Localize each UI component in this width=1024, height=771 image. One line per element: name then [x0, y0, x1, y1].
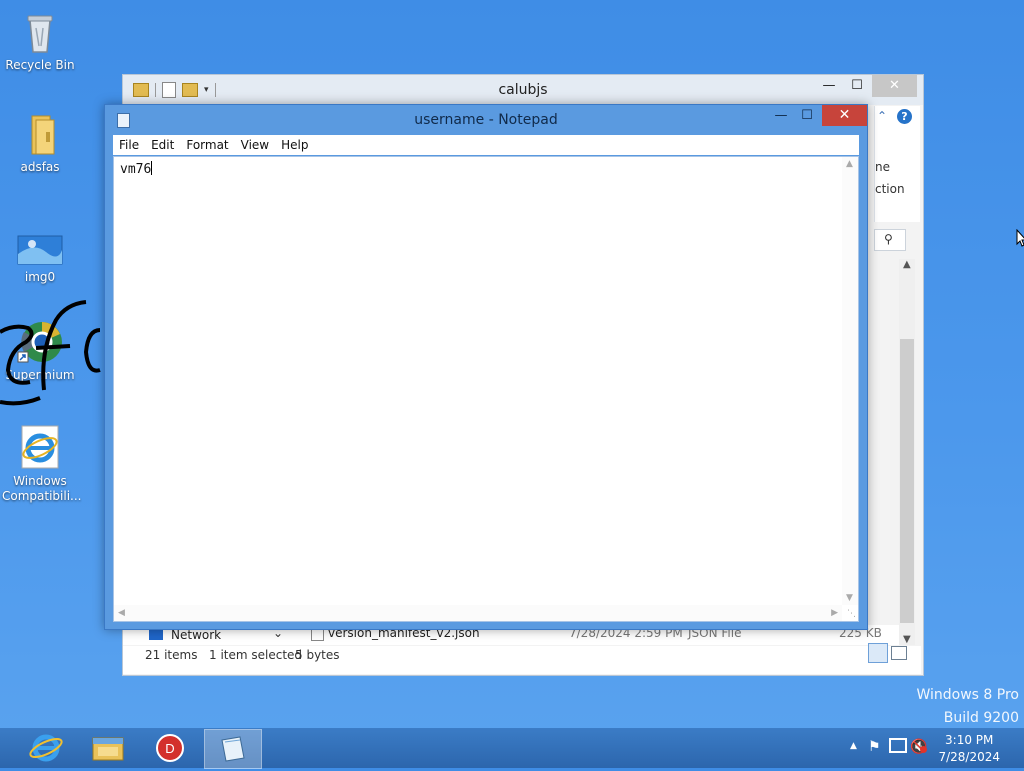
windows-watermark: Windows 8 Pro Build 9200 [916, 684, 1019, 730]
desktop-icon-label: adsfas [20, 160, 60, 174]
file-explorer-icon [92, 737, 124, 761]
network-icon[interactable] [889, 738, 907, 753]
search-box[interactable]: ⚲ [874, 229, 906, 251]
close-button[interactable]: ✕ [822, 105, 867, 126]
desktop-icon-img0[interactable]: img0 [2, 224, 78, 285]
desktop-icon-label: img0 [24, 270, 56, 284]
menu-help[interactable]: Help [275, 138, 314, 152]
action-center-flag-icon[interactable]: ⚑ [868, 739, 881, 755]
maximize-button[interactable]: ☐ [794, 105, 820, 126]
chevron-up-icon[interactable]: ⌃ [877, 109, 887, 123]
ribbon-partial-text: ction [875, 182, 905, 196]
watermark-build: Build 9200 [943, 710, 1019, 726]
internet-explorer-icon [29, 734, 63, 762]
scrollbar-thumb[interactable] [900, 339, 914, 623]
minimize-button[interactable]: — [768, 105, 794, 126]
desktop-icon-adsfas[interactable]: adsfas [2, 110, 78, 175]
status-item-count: 21 items [145, 648, 198, 662]
menu-file[interactable]: File [113, 138, 145, 152]
editor-content[interactable]: vm76 [120, 162, 151, 177]
ribbon-partial-text: ne [875, 160, 890, 174]
scroll-left-arrow[interactable]: ◀ [118, 608, 125, 618]
desktop-icon-windows-compatibility[interactable]: Windows Compatibili... [2, 424, 82, 504]
vertical-scrollbar[interactable]: ▲ ▼ [842, 157, 858, 605]
taskbar-notepad[interactable] [204, 729, 262, 769]
mouse-cursor-icon [1016, 229, 1024, 247]
maximize-button[interactable]: ☐ [843, 75, 871, 97]
explorer-window-title: calubjs [498, 82, 548, 98]
file-list-scrollbar[interactable]: ▲ ▼ [899, 259, 915, 645]
system-tray: ▲ ⚑ 🔇 3:10 PM 7/28/2024 [844, 728, 1024, 768]
image-file-icon [16, 230, 64, 268]
status-selected: 1 item selected [209, 648, 303, 662]
chevron-up-icon[interactable]: ▲ [850, 741, 857, 751]
desktop-icon-label: Windows Compatibili... [2, 474, 82, 503]
desktop-icon-label: Recycle Bin [5, 58, 75, 72]
svg-text:D: D [165, 741, 174, 756]
notepad-icon [221, 736, 245, 762]
taskbar-internet-explorer[interactable] [18, 729, 74, 767]
large-icons-view-icon[interactable] [891, 646, 907, 660]
folder-icon [16, 110, 64, 158]
taskbar-app-red[interactable]: D [142, 729, 198, 767]
menu-format[interactable]: Format [180, 138, 234, 152]
watermark-edition: Windows 8 Pro [916, 687, 1019, 703]
search-icon: ⚲ [884, 232, 893, 246]
desktop-scribble-drawing [0, 300, 101, 406]
clock[interactable]: 3:10 PM 7/28/2024 [938, 732, 1000, 766]
nav-item-network[interactable]: Network [171, 628, 221, 642]
scroll-up-arrow[interactable]: ▲ [903, 259, 911, 270]
recycle-bin-icon [16, 8, 64, 56]
text-caret [151, 161, 153, 175]
scroll-down-arrow[interactable]: ▼ [903, 634, 911, 645]
close-button[interactable]: ✕ [872, 75, 917, 97]
clock-date: 7/28/2024 [938, 750, 1000, 764]
menu-view[interactable]: View [235, 138, 275, 152]
scroll-right-arrow[interactable]: ▶ [831, 608, 838, 618]
red-app-icon: D [156, 734, 184, 762]
notepad-window-title: username - Notepad [414, 112, 558, 128]
details-view-icon[interactable] [868, 643, 888, 663]
notepad-window[interactable]: username - Notepad — ☐ ✕ File Edit Forma… [104, 104, 868, 630]
status-size: 5 bytes [295, 648, 340, 662]
menu-bar: File Edit Format View Help [113, 135, 859, 155]
internet-explorer-icon [16, 424, 64, 472]
horizontal-scrollbar[interactable]: ◀ ▶ [114, 605, 842, 621]
status-bar: 21 items 1 item selected 5 bytes [123, 643, 921, 674]
notepad-title-bar[interactable]: username - Notepad — ☐ ✕ [105, 105, 867, 135]
scroll-up-arrow[interactable]: ▲ [846, 159, 853, 169]
explorer-title-bar[interactable]: ▾ calubjs — ☐ ✕ [123, 75, 923, 105]
ribbon-partial: ⌃ ? ne ction [874, 106, 920, 222]
help-icon[interactable]: ? [897, 109, 912, 124]
clock-time: 3:10 PM [945, 733, 994, 747]
taskbar: D ▲ ⚑ 🔇 3:10 PM 7/28/2024 [0, 728, 1024, 769]
taskbar-file-explorer[interactable] [80, 729, 136, 767]
resize-grip-icon[interactable]: ⋱ [847, 609, 856, 619]
minimize-button[interactable]: — [815, 75, 843, 97]
muted-badge [920, 746, 927, 753]
scroll-down-arrow[interactable]: ▼ [846, 593, 853, 603]
text-editor-area[interactable]: vm76 ▲ ▼ ◀ ▶ ⋱ [113, 156, 859, 622]
menu-edit[interactable]: Edit [145, 138, 180, 152]
desktop-icon-recycle-bin[interactable]: Recycle Bin [2, 8, 78, 73]
